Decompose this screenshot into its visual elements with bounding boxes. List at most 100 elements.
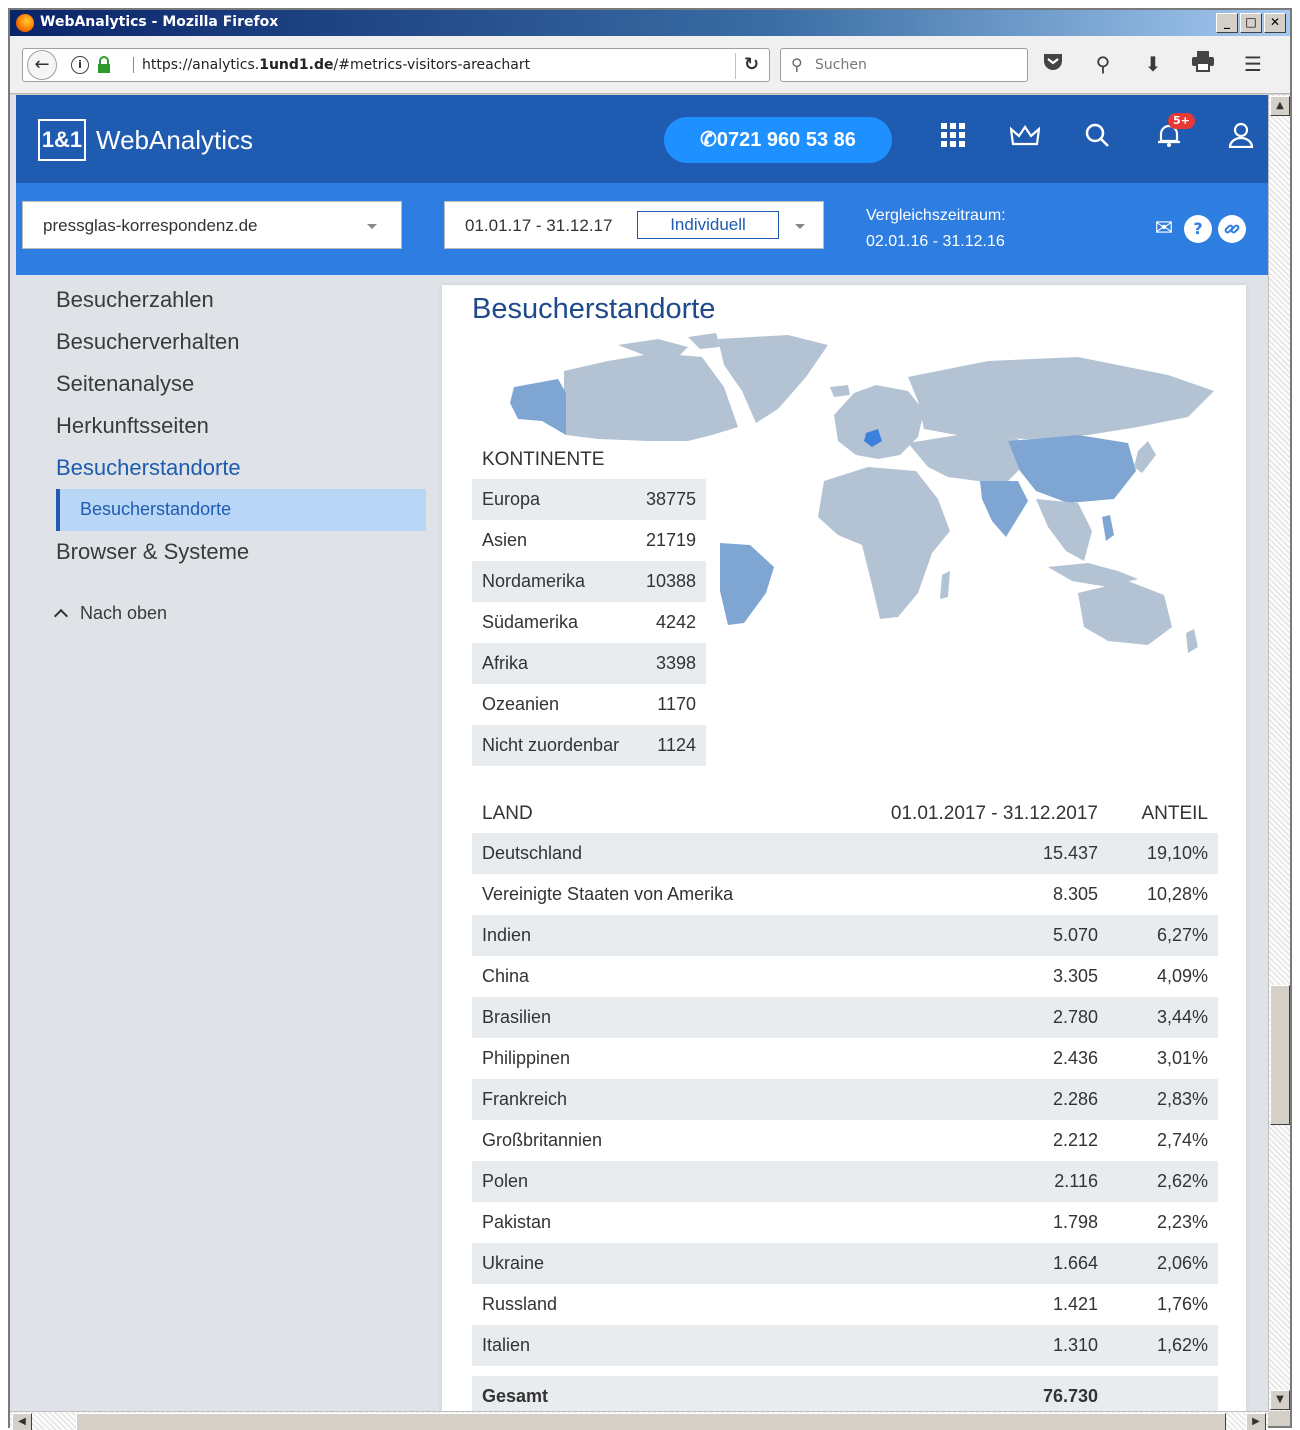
lock-icon — [98, 56, 110, 73]
domain-select[interactable]: pressglas-korrespondenz.de — [22, 201, 402, 249]
search-icon[interactable] — [1078, 121, 1116, 159]
crown-icon[interactable] — [1006, 121, 1044, 159]
country-visitors: 15.437 — [1042, 843, 1098, 863]
sidebar-item-browser-systeme[interactable]: Browser & Systeme — [56, 539, 249, 565]
url-suffix: /#metrics-visitors-areachart — [333, 57, 531, 73]
minimize-button[interactable]: _ — [1216, 13, 1238, 33]
reload-button[interactable]: ↻ — [735, 53, 767, 79]
continent-value: 1170 — [657, 694, 696, 714]
domain-value: pressglas-korrespondenz.de — [43, 216, 258, 235]
country-share: 3,01% — [1156, 1048, 1208, 1068]
close-button[interactable]: ✕ — [1264, 13, 1286, 33]
phone-button[interactable]: ✆0721 960 53 86 — [664, 117, 892, 163]
sidebar-item-besucherverhalten[interactable]: Besucherverhalten — [56, 329, 239, 355]
map-new-zealand — [1186, 629, 1198, 653]
table-row: Ozeanien 1170 — [472, 684, 706, 725]
total-label: Gesamt — [482, 1386, 549, 1406]
page-viewport: 1&1 WebAnalytics ✆0721 960 53 86 5+ pres… — [10, 95, 1268, 1411]
country-visitors: 2.286 — [1052, 1089, 1098, 1109]
map-greenland — [718, 335, 828, 423]
scroll-thumb[interactable] — [1270, 985, 1290, 1125]
column-header-period[interactable]: 01.01.2017 - 31.12.2017 — [891, 803, 1098, 825]
info-icon[interactable]: i — [71, 56, 89, 74]
link-icon[interactable] — [1218, 215, 1246, 243]
sidebar-item-herkunftsseiten[interactable]: Herkunftsseiten — [56, 413, 209, 439]
back-button[interactable]: ← — [27, 50, 57, 80]
url-bar[interactable]: ← i https://analytics.1und1.de/#metrics-… — [22, 48, 770, 82]
find-icon[interactable]: ⚲ — [1090, 50, 1116, 78]
map-arctic-islands — [618, 333, 720, 357]
scroll-down-button[interactable]: ▼ — [1270, 1390, 1290, 1410]
table-row: Frankreich 2.286 2,83% — [472, 1079, 1218, 1120]
map-china — [1008, 435, 1136, 503]
scroll-left-button[interactable]: ◀ — [12, 1413, 32, 1430]
column-header-land[interactable]: LAND — [482, 803, 533, 825]
apps-grid-icon[interactable] — [934, 121, 972, 159]
table-row: Nordamerika 10388 — [472, 561, 706, 602]
sidebar-item-seitenanalyse[interactable]: Seitenanalyse — [56, 371, 194, 397]
scroll-thumb-horizontal[interactable] — [76, 1413, 1226, 1430]
country-visitors: 1.664 — [1052, 1253, 1098, 1273]
browser-toolbar: ⚲ ⬇ ☰ — [1040, 50, 1266, 78]
map-canada — [564, 353, 738, 441]
country-name: Großbritannien — [482, 1130, 603, 1150]
map-russia — [908, 357, 1214, 439]
vertical-scrollbar[interactable]: ▲ ▼ — [1268, 95, 1290, 1411]
menu-icon[interactable]: ☰ — [1240, 50, 1266, 78]
country-visitors: 2.436 — [1052, 1048, 1098, 1068]
date-range-select[interactable]: 01.01.17 - 31.12.17 Individuell — [444, 201, 824, 249]
pocket-icon[interactable] — [1040, 50, 1066, 78]
url-text[interactable]: https://analytics.1und1.de/#metrics-visi… — [133, 57, 530, 73]
scroll-right-button[interactable]: ▶ — [1246, 1413, 1266, 1430]
mail-icon[interactable]: ✉ — [1150, 215, 1178, 243]
table-row: China 3.305 4,09% — [472, 956, 1218, 997]
visitor-locations-card: Besucherstandorte KONTINENTE Europa 3877… — [442, 285, 1246, 1411]
title-bar: WebAnalytics - Mozilla Firefox _ □ ✕ — [10, 10, 1290, 36]
phone-icon: ✆ — [700, 129, 717, 151]
continent-value: 4242 — [655, 612, 696, 632]
countries-table: LAND 01.01.2017 - 31.12.2017 ANTEIL Deut… — [472, 793, 1218, 1411]
search-icon: ⚲ — [791, 55, 803, 74]
country-share: 2,23% — [1156, 1212, 1208, 1232]
country-share: 2,62% — [1156, 1171, 1208, 1191]
header-icons: 5+ — [934, 113, 1260, 159]
country-share: 1,76% — [1156, 1294, 1208, 1314]
back-to-top-link[interactable]: Nach oben — [53, 603, 167, 624]
help-icon[interactable]: ? — [1184, 215, 1212, 243]
country-name: Pakistan — [482, 1212, 552, 1232]
chevron-up-icon — [53, 608, 69, 624]
continent-value: 1124 — [657, 735, 696, 755]
sidebar-item-besucherzahlen[interactable]: Besucherzahlen — [56, 287, 214, 313]
continent-name: Afrika — [482, 653, 529, 673]
country-visitors: 5.070 — [1052, 925, 1098, 945]
filter-bar: pressglas-korrespondenz.de 01.01.17 - 31… — [16, 183, 1268, 275]
comparison-label: Vergleichszeitraum: — [866, 207, 1006, 224]
map-madagascar — [940, 571, 950, 599]
continent-name: Südamerika — [482, 612, 579, 632]
scroll-up-button[interactable]: ▲ — [1270, 96, 1290, 116]
user-icon[interactable] — [1222, 121, 1260, 159]
comparison-period: Vergleichszeitraum: 02.01.16 - 31.12.16 — [866, 203, 1006, 255]
country-visitors: 1.310 — [1052, 1335, 1098, 1355]
country-share: 3,44% — [1156, 1007, 1208, 1027]
table-row: Deutschland 15.437 19,10% — [472, 833, 1218, 874]
map-japan — [1134, 441, 1156, 473]
table-row: Nicht zuordenbar 1124 — [472, 725, 706, 766]
firefox-icon — [16, 14, 34, 32]
table-row: Polen 2.116 2,62% — [472, 1161, 1218, 1202]
app-logo[interactable]: 1&1 WebAnalytics — [38, 119, 253, 161]
individuell-button[interactable]: Individuell — [637, 211, 779, 239]
download-icon[interactable]: ⬇ — [1140, 50, 1166, 78]
maximize-button[interactable]: □ — [1240, 13, 1262, 33]
print-icon[interactable] — [1190, 50, 1216, 78]
column-header-share[interactable]: ANTEIL — [1141, 803, 1208, 825]
phone-number: 0721 960 53 86 — [716, 129, 856, 151]
search-box[interactable]: ⚲ Suchen — [780, 48, 1028, 82]
continents-header: KONTINENTE — [482, 449, 605, 470]
chevron-down-icon[interactable] — [795, 224, 805, 229]
horizontal-scrollbar[interactable]: ◀ ▶ — [10, 1411, 1268, 1430]
bell-icon[interactable]: 5+ — [1150, 113, 1195, 159]
sidebar-subitem-besucherstandorte[interactable]: Besucherstandorte — [56, 489, 426, 531]
country-visitors: 2.212 — [1052, 1130, 1098, 1150]
sidebar-item-besucherstandorte[interactable]: Besucherstandorte — [56, 455, 241, 481]
